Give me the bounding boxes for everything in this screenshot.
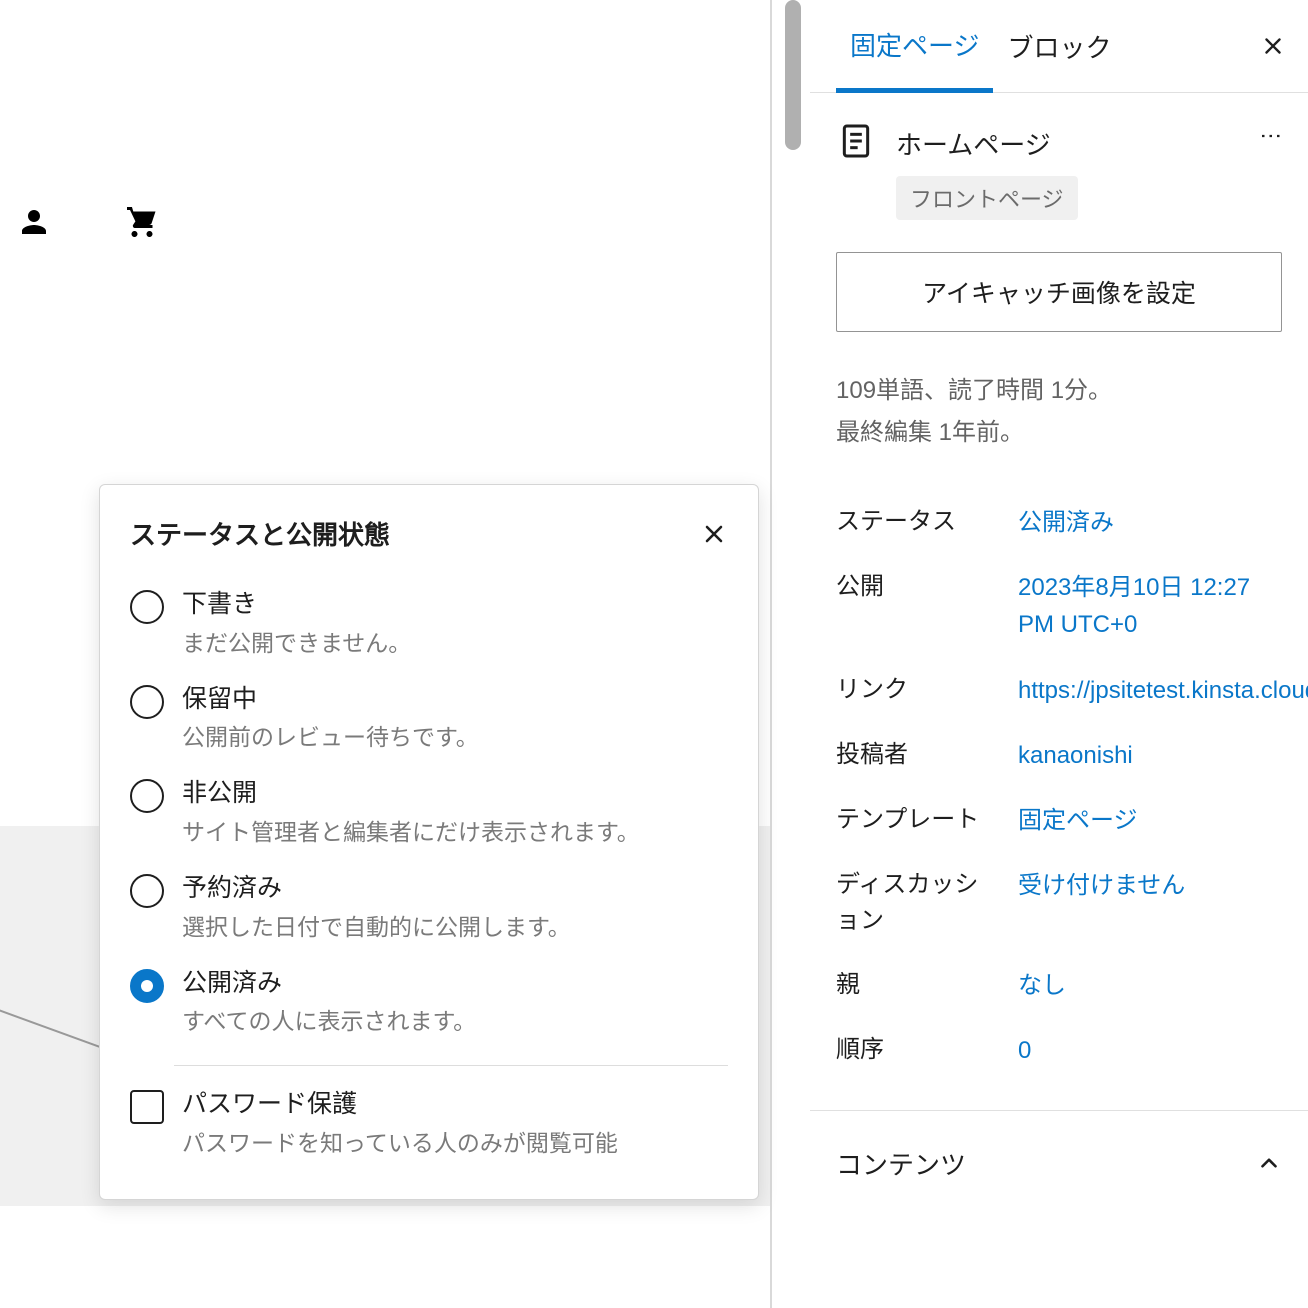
status-options: 下書き まだ公開できません。 保留中 公開前のレビュー待ちです。 非公開 サイト… <box>100 566 758 1047</box>
radio-icon <box>130 779 164 813</box>
option-desc: サイト管理者と編集者にだけ表示されます。 <box>182 816 728 848</box>
close-icon[interactable] <box>1260 33 1286 59</box>
password-protect-option[interactable]: パスワード保護 パスワードを知っている人のみが閲覧可能 <box>130 1074 728 1169</box>
status-option-pending[interactable]: 保留中 公開前のレビュー待ちです。 <box>130 669 728 764</box>
document-title: ホームページ <box>896 125 1078 162</box>
scrollbar-thumb[interactable] <box>785 0 801 150</box>
option-label: 予約済み <box>182 872 728 905</box>
parent-label: 親 <box>836 967 992 1003</box>
radio-icon <box>130 590 164 624</box>
publish-value[interactable]: 2023年8月10日 12:27 PM UTC+0 <box>1018 569 1282 643</box>
parent-value[interactable]: なし <box>1018 967 1282 1004</box>
option-desc: 公開前のレビュー待ちです。 <box>182 721 728 753</box>
last-edited-line: 最終編集 1年前。 <box>836 412 1282 454</box>
option-label: 非公開 <box>182 777 728 810</box>
document-meta: 109単語、読了時間 1分。 最終編集 1年前。 <box>810 332 1308 454</box>
order-label: 順序 <box>836 1032 992 1068</box>
close-icon[interactable] <box>700 520 728 548</box>
option-label: 保留中 <box>182 683 728 716</box>
tab-block[interactable]: ブロック <box>993 0 1125 92</box>
radio-icon <box>130 874 164 908</box>
front-page-badge: フロントページ <box>896 176 1078 220</box>
more-actions-icon[interactable]: ⋮ <box>1258 121 1282 149</box>
document-attributes: ステータス 公開済み 公開 2023年8月10日 12:27 PM UTC+0 … <box>810 454 1308 1111</box>
status-value[interactable]: 公開済み <box>1018 504 1282 541</box>
option-label: パスワード保護 <box>182 1088 728 1121</box>
option-desc: パスワードを知っている人のみが閲覧可能 <box>182 1127 728 1159</box>
account-icon[interactable] <box>16 204 52 245</box>
link-label: リンク <box>836 672 992 708</box>
publish-label: 公開 <box>836 569 992 605</box>
status-label: ステータス <box>836 504 992 540</box>
status-option-scheduled[interactable]: 予約済み 選択した日付で自動的に公開します。 <box>130 858 728 953</box>
status-option-draft[interactable]: 下書き まだ公開できません。 <box>130 574 728 669</box>
status-option-private[interactable]: 非公開 サイト管理者と編集者にだけ表示されます。 <box>130 763 728 858</box>
tab-page[interactable]: 固定ページ <box>836 1 993 93</box>
option-desc: まだ公開できません。 <box>182 627 728 659</box>
option-label: 公開済み <box>182 967 728 1000</box>
option-desc: すべての人に表示されます。 <box>182 1005 728 1037</box>
author-value[interactable]: kanaonishi <box>1018 737 1282 774</box>
radio-icon <box>130 685 164 719</box>
popover-title: ステータスと公開状態 <box>130 515 390 552</box>
accordion-contents[interactable]: コンテンツ <box>810 1111 1308 1182</box>
settings-sidebar: 固定ページ ブロック ホームページ フロントページ ⋮ アイキャッチ画像を設定 … <box>810 0 1308 1308</box>
word-count-line: 109単語、読了時間 1分。 <box>836 370 1282 412</box>
template-label: テンプレート <box>836 802 992 838</box>
checkbox-icon <box>130 1090 164 1124</box>
chevron-up-icon <box>1256 1150 1282 1176</box>
cart-icon[interactable] <box>124 204 160 245</box>
canvas-sidebar-divider <box>770 0 772 1308</box>
radio-icon-selected <box>130 969 164 1003</box>
option-label: 下書き <box>182 588 728 621</box>
set-featured-image-button[interactable]: アイキャッチ画像を設定 <box>836 252 1282 332</box>
template-value[interactable]: 固定ページ <box>1018 802 1282 839</box>
page-icon <box>836 121 876 161</box>
accordion-label: コンテンツ <box>836 1145 966 1182</box>
order-value[interactable]: 0 <box>1018 1032 1282 1069</box>
sidebar-tabs: 固定ページ ブロック <box>810 0 1308 93</box>
discussion-value[interactable]: 受け付けません <box>1018 867 1282 904</box>
discussion-label: ディスカッション <box>836 867 992 939</box>
status-option-published[interactable]: 公開済み すべての人に表示されます。 <box>130 953 728 1048</box>
author-label: 投稿者 <box>836 737 992 773</box>
link-value[interactable]: https://jpsitetest.kinsta.cloud/ <box>1018 672 1308 709</box>
option-desc: 選択した日付で自動的に公開します。 <box>182 911 728 943</box>
status-visibility-popover: ステータスと公開状態 下書き まだ公開できません。 保留中 公開前のレビュー待ち… <box>99 484 759 1200</box>
